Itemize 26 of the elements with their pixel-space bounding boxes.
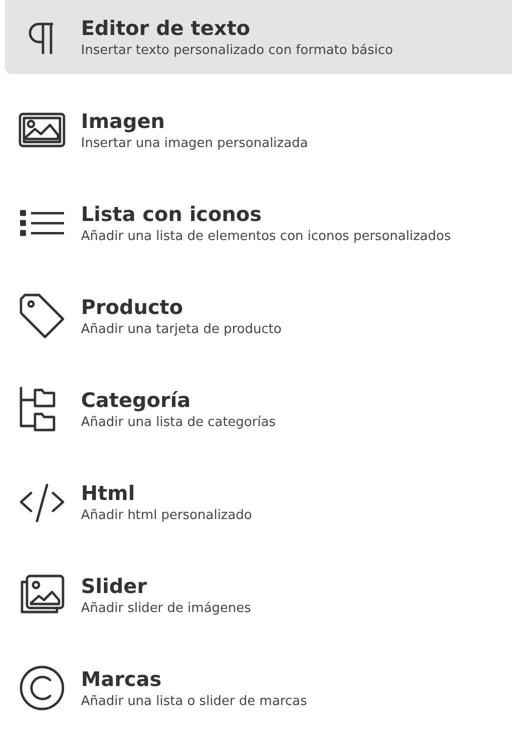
widget-title: Imagen xyxy=(81,109,166,133)
widget-option[interactable]: Lista con iconos Añadir una lista de elementos con iconos personalizados xyxy=(5,186,512,260)
widget-title: Lista con iconos xyxy=(81,202,263,226)
widget-option[interactable]: Html Añadir html personalizado xyxy=(5,465,512,539)
widget-description: Insertar texto personalizado con formato básico xyxy=(81,43,393,58)
widget-title: Html xyxy=(81,481,136,505)
widget-description: Añadir una lista de categorías xyxy=(81,415,276,430)
copyright-icon xyxy=(17,663,67,713)
widget-option[interactable]: Producto Añadir una tarjeta de producto xyxy=(5,279,512,353)
widget-option[interactable]: Slider Añadir slider de imágenes xyxy=(5,558,512,632)
widget-option[interactable]: Categoría Añadir una lista de categorías xyxy=(5,372,512,446)
widget-description: Añadir una lista o slider de marcas xyxy=(81,694,307,709)
widget-description: Añadir slider de imágenes xyxy=(81,601,252,616)
widget-description: Añadir html personalizado xyxy=(81,508,252,523)
widget-description: Insertar una imagen personalizada xyxy=(81,136,308,151)
widget-title: Producto xyxy=(81,295,184,319)
tag-icon xyxy=(17,291,67,341)
widget-title: Categoría xyxy=(81,388,192,412)
widget-title: Editor de texto xyxy=(81,16,252,40)
widget-option[interactable]: Marcas Añadir una lista o slider de marcas xyxy=(5,651,512,725)
widget-description: Añadir una lista de elementos con iconos personalizados xyxy=(81,229,451,244)
widget-description: Añadir una tarjeta de producto xyxy=(81,322,282,337)
widget-title: Slider xyxy=(81,574,148,598)
widget-option[interactable]: Editor de texto Insertar texto personalizado con formato básico xyxy=(5,0,512,74)
widget-option[interactable]: Imagen Insertar una imagen personalizada xyxy=(5,93,512,167)
widget-title: Marcas xyxy=(81,667,163,691)
